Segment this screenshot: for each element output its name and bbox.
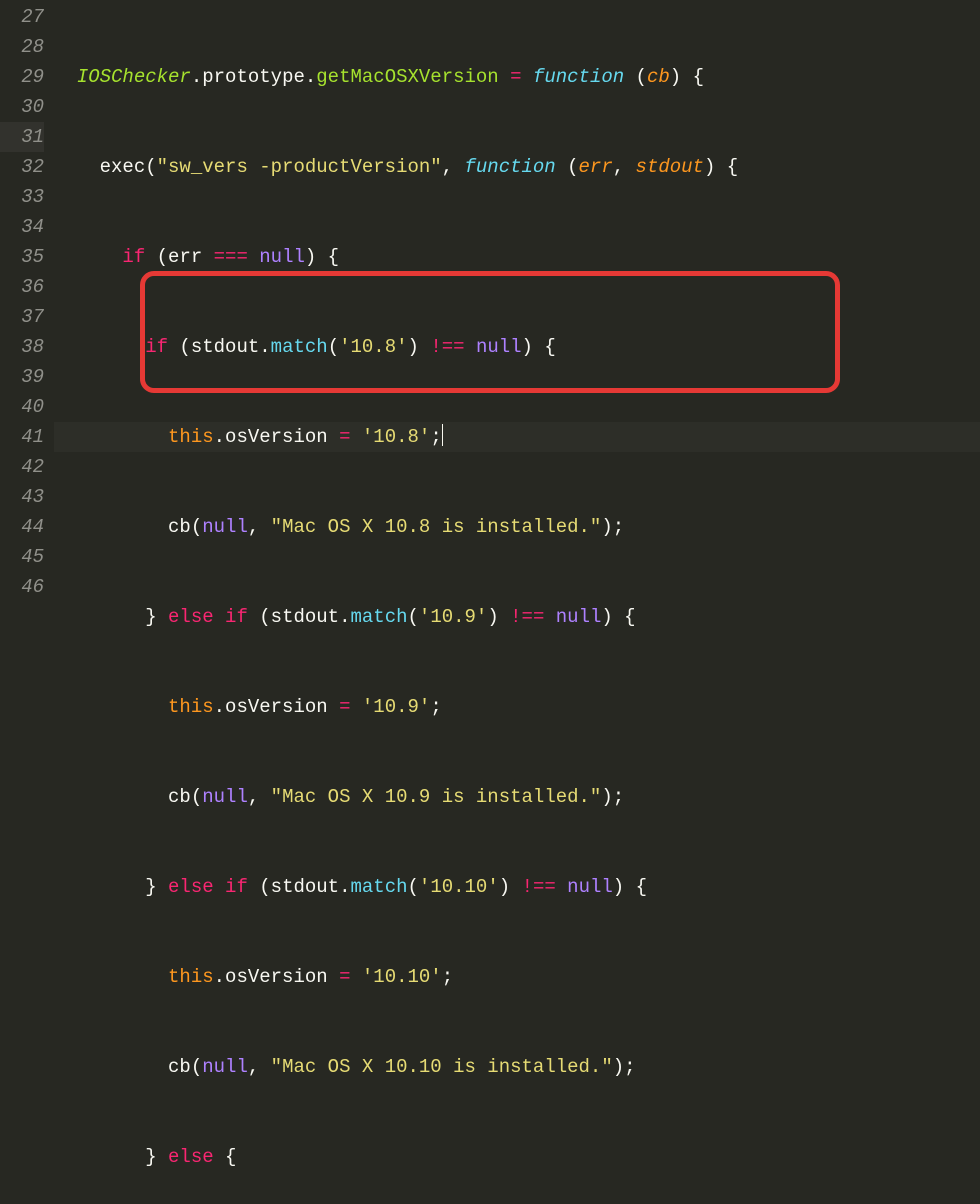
line-number: 32 xyxy=(0,152,44,182)
code-area[interactable]: IOSChecker.prototype.getMacOSXVersion = … xyxy=(54,0,980,602)
code-line[interactable]: } else if (stdout.match('10.9') !== null… xyxy=(54,602,980,632)
code-line[interactable]: this.osVersion = '10.8'; xyxy=(54,422,980,452)
code-line[interactable]: } else { xyxy=(54,1142,980,1172)
code-line[interactable]: cb(null, "Mac OS X 10.10 is installed.")… xyxy=(54,1052,980,1082)
code-line[interactable]: IOSChecker.prototype.getMacOSXVersion = … xyxy=(54,62,980,92)
line-number: 39 xyxy=(0,362,44,392)
line-number: 45 xyxy=(0,542,44,572)
code-line[interactable]: this.osVersion = '10.10'; xyxy=(54,962,980,992)
line-number-gutter: 27 28 29 30 31 32 33 34 35 36 37 38 39 4… xyxy=(0,0,54,602)
code-line[interactable]: if (stdout.match('10.8') !== null) { xyxy=(54,332,980,362)
line-number: 27 xyxy=(0,2,44,32)
line-number: 38 xyxy=(0,332,44,362)
line-number: 33 xyxy=(0,182,44,212)
text-cursor xyxy=(442,424,444,446)
line-number: 44 xyxy=(0,512,44,542)
line-number: 29 xyxy=(0,62,44,92)
code-line[interactable]: if (err === null) { xyxy=(54,242,980,272)
line-number: 30 xyxy=(0,92,44,122)
line-number: 31 xyxy=(0,122,44,152)
line-number: 35 xyxy=(0,242,44,272)
code-line[interactable]: cb(null, "Mac OS X 10.9 is installed."); xyxy=(54,782,980,812)
code-line[interactable]: this.osVersion = '10.9'; xyxy=(54,692,980,722)
code-line[interactable]: exec("sw_vers -productVersion", function… xyxy=(54,152,980,182)
code-editor[interactable]: 27 28 29 30 31 32 33 34 35 36 37 38 39 4… xyxy=(0,0,980,602)
line-number: 36 xyxy=(0,272,44,302)
line-number: 34 xyxy=(0,212,44,242)
code-line[interactable]: } else if (stdout.match('10.10') !== nul… xyxy=(54,872,980,902)
line-number: 42 xyxy=(0,452,44,482)
line-number: 41 xyxy=(0,422,44,452)
line-number: 46 xyxy=(0,572,44,602)
line-number: 43 xyxy=(0,482,44,512)
line-number: 40 xyxy=(0,392,44,422)
line-number: 37 xyxy=(0,302,44,332)
code-line[interactable]: cb(null, "Mac OS X 10.8 is installed."); xyxy=(54,512,980,542)
line-number: 28 xyxy=(0,32,44,62)
